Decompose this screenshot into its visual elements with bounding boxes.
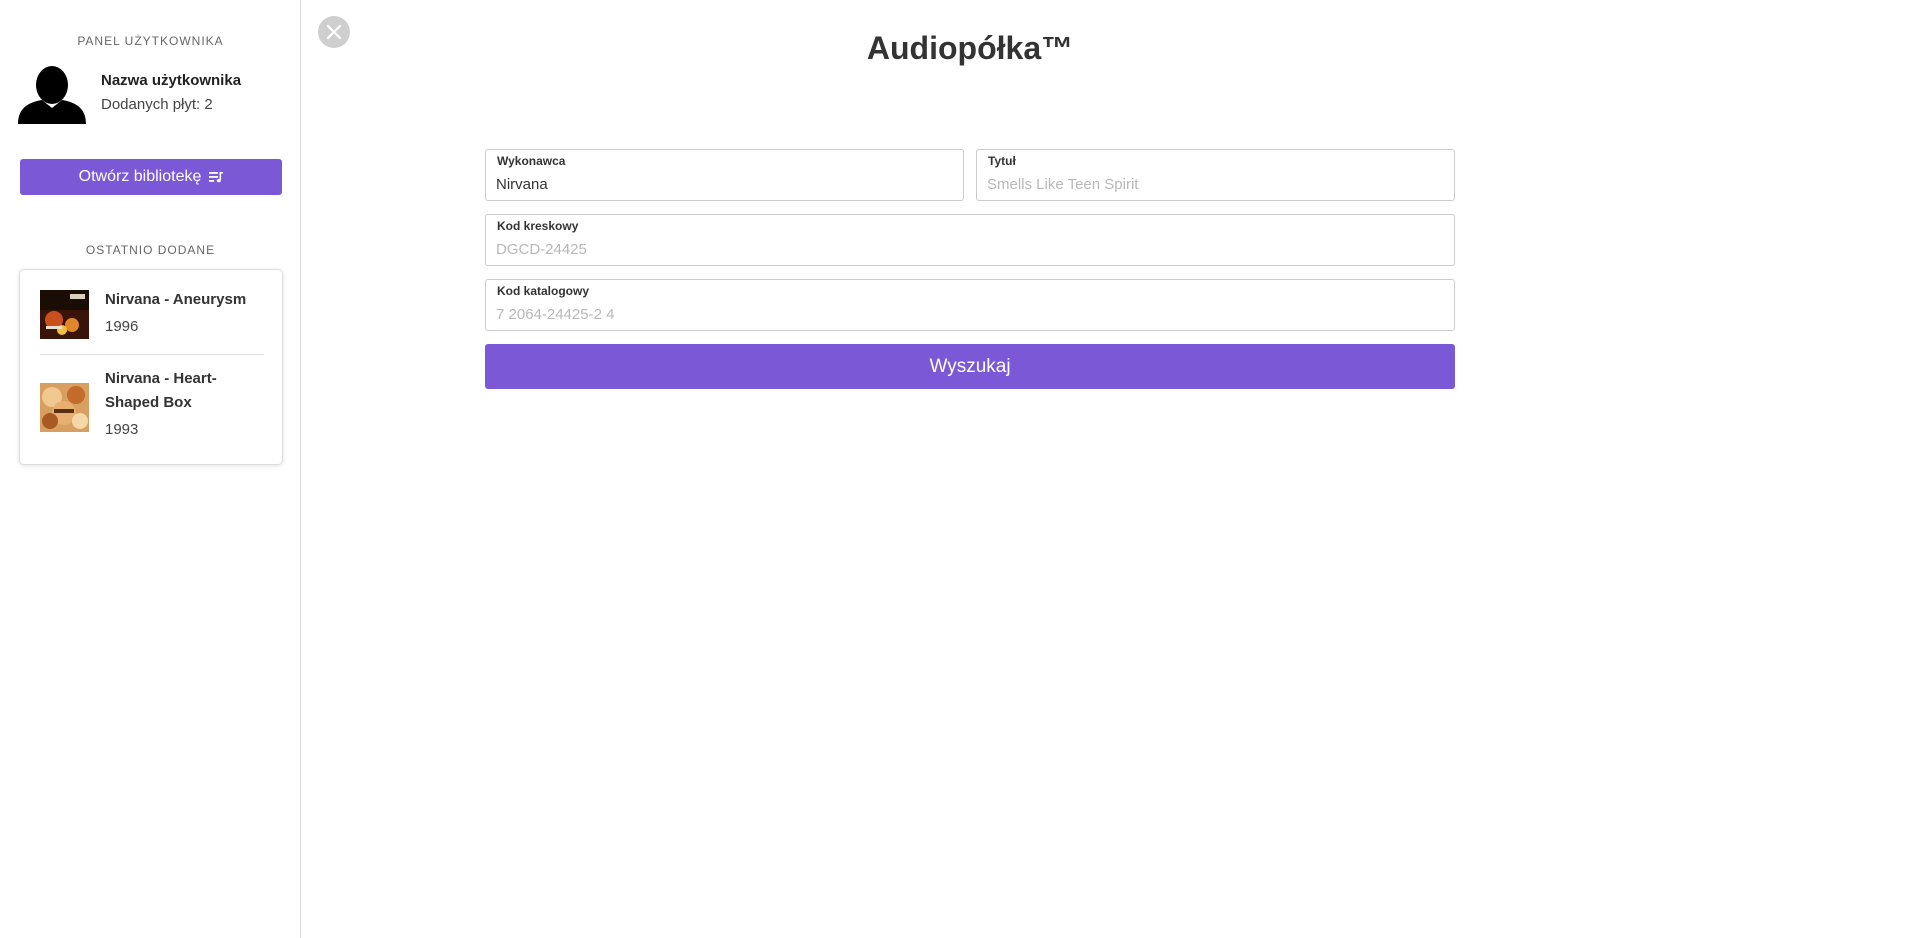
playlist-icon (209, 171, 224, 183)
catalog-field: Kod katalogowy (485, 279, 1455, 331)
open-library-label: Otwórz bibliotekę (78, 168, 202, 185)
recent-item-title: Nirvana - Aneurysm (105, 291, 247, 308)
artist-input[interactable] (496, 174, 953, 194)
list-item[interactable]: Nirvana - Aneurysm 1996 (40, 290, 264, 342)
added-count: Dodanych płyt: 2 (101, 96, 213, 113)
catalog-input[interactable] (496, 304, 1444, 324)
panel-heading: PANEL UŻYTKOWNIKA (77, 34, 224, 48)
artist-field: Wykonawca (485, 149, 964, 201)
recent-item-year: 1993 (105, 421, 139, 438)
title-label: Tytuł (988, 154, 1016, 168)
title-input[interactable] (987, 174, 1444, 194)
recent-item-title: Nirvana - Heart-Shaped Box (105, 370, 217, 411)
close-icon (326, 24, 342, 40)
barcode-field: Kod kreskowy (485, 214, 1455, 266)
search-button[interactable]: Wyszukaj (485, 344, 1455, 389)
user-sidebar: PANEL UŻYTKOWNIKA Nazwa użytkownika Doda… (0, 0, 301, 938)
catalog-label: Kod katalogowy (497, 284, 590, 298)
title-field: Tytuł (976, 149, 1455, 201)
page: PANEL UŻYTKOWNIKA Nazwa użytkownika Doda… (0, 0, 1920, 938)
album-cover-image (40, 383, 89, 432)
close-button[interactable] (318, 16, 350, 48)
barcode-label: Kod kreskowy (497, 219, 579, 233)
avatar-icon (18, 64, 86, 124)
user-name: Nazwa użytkownika (101, 72, 242, 89)
user-info: Nazwa użytkownika Dodanych płyt: 2 (18, 64, 288, 124)
open-library-button[interactable]: Otwórz bibliotekę (20, 159, 282, 195)
recent-list: Nirvana - Aneurysm 1996 Nirvana - Heart-… (19, 269, 283, 465)
page-title: Audiopółka™ (866, 30, 1074, 66)
recent-heading: OSTATNIO DODANE (85, 243, 216, 257)
recent-item-year: 1996 (105, 318, 139, 335)
album-cover-image (40, 290, 89, 339)
list-item[interactable]: Nirvana - Heart-Shaped Box 1993 (40, 370, 264, 440)
artist-label: Wykonawca (497, 154, 566, 168)
barcode-input[interactable] (496, 239, 1444, 259)
divider (40, 354, 264, 355)
